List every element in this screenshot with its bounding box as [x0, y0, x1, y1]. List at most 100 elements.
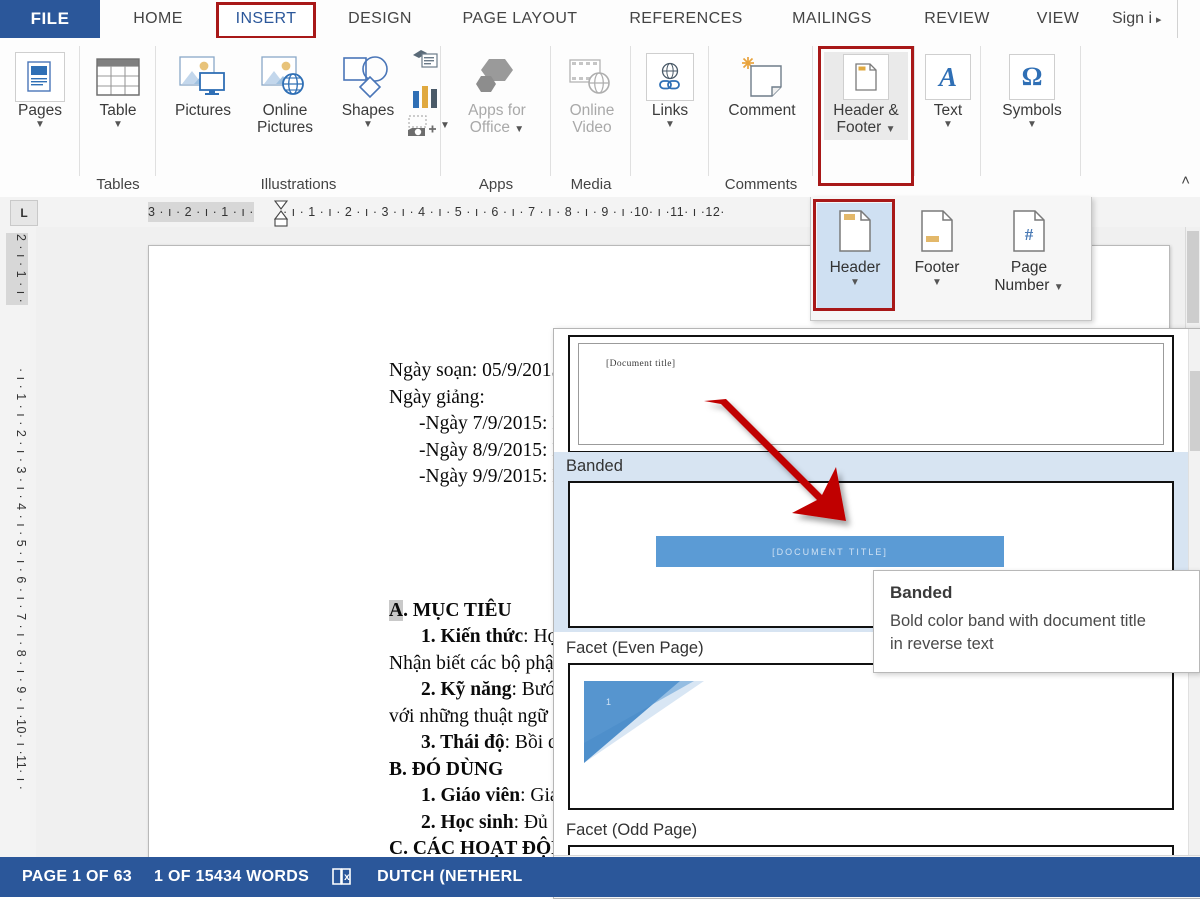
proofing-icon[interactable]: x — [331, 866, 355, 888]
online-video-label-line2: Video — [572, 119, 612, 136]
online-video-icon — [565, 52, 619, 102]
collapse-ribbon-button[interactable]: ˄ — [1181, 172, 1190, 189]
tab-home-label: HOME — [133, 10, 183, 27]
vertical-ruler[interactable]: 2 · ı · 1 · ı · · ı · 1 · ı · 2 · ı · 3 … — [0, 227, 37, 857]
ribbon-tab-bar: FILE HOME INSERT DESIGN PAGE LAYOUT REFE… — [0, 0, 1200, 39]
ribbon-group-tables: Table ▼ Tables — [80, 38, 156, 197]
apps-for-office-label-line2: Office ▼ — [469, 119, 525, 136]
screenshot-icon — [406, 114, 440, 140]
tab-review[interactable]: REVIEW — [904, 0, 1010, 38]
ribbon-group-header-footer: Header & Footer ▼ — [813, 38, 915, 197]
gallery-preview-band: [DOCUMENT TITLE] — [656, 536, 1004, 567]
vruler-top-margin-region: 2 · ı · 1 · ı · — [6, 233, 28, 305]
ribbon-group-links: Links ▼ — [631, 38, 709, 197]
status-language[interactable]: DUTCH (NETHERL — [377, 868, 523, 886]
ribbon-group-symbols: Ω Symbols ▼ — [981, 38, 1081, 197]
pages-button[interactable]: Pages ▼ — [13, 52, 67, 130]
page-number-icon: # — [1013, 203, 1045, 259]
links-button[interactable]: Links ▼ — [644, 52, 696, 130]
apps-for-office-button[interactable]: Apps for Office ▼ — [459, 52, 535, 136]
comment-button[interactable]: Comment — [717, 52, 807, 119]
online-pictures-button[interactable]: Online Pictures — [244, 52, 326, 136]
gallery-item-facet-odd-label: Facet (Odd Page) — [566, 821, 698, 839]
footer-dropdown-caret-icon[interactable]: ▼ — [932, 278, 942, 288]
insert-tab-highlight-box — [216, 2, 316, 39]
tab-home[interactable]: HOME — [110, 0, 206, 38]
shapes-dropdown-caret-icon[interactable]: ▼ — [363, 120, 373, 130]
table-icon — [91, 52, 145, 102]
tab-file-label: FILE — [30, 9, 70, 28]
pictures-label: Pictures — [175, 102, 231, 119]
tab-design[interactable]: DESIGN — [330, 0, 430, 38]
links-dropdown-caret-icon[interactable]: ▼ — [665, 120, 675, 130]
ribbon-group-apps: Apps for Office ▼ Apps — [441, 38, 551, 197]
status-word-count[interactable]: 1 OF 15434 WORDS — [154, 868, 309, 886]
text-dropdown-caret-icon[interactable]: ▼ — [943, 120, 953, 130]
indent-marker-icon[interactable] — [273, 200, 289, 227]
page-number-button[interactable]: # Page Number ▼ — [979, 203, 1079, 311]
page-number-dropdown-caret-icon[interactable]: ▼ — [1054, 282, 1064, 293]
tab-references[interactable]: REFERENCES — [610, 0, 762, 38]
ribbon-group-pages: Pages ▼ — [0, 38, 80, 197]
online-pictures-label-line2: Pictures — [257, 119, 313, 136]
shapes-icon — [341, 52, 395, 102]
smartart-button[interactable] — [410, 46, 440, 74]
table-button[interactable]: Table ▼ — [91, 52, 145, 130]
group-label-apps: Apps — [478, 176, 514, 193]
apps-for-office-label-line1: Apps for — [468, 102, 526, 119]
tab-view-label: VIEW — [1036, 10, 1080, 27]
text-button[interactable]: A Text ▼ — [923, 52, 973, 130]
chart-icon — [408, 82, 442, 110]
header-button-highlight-box — [813, 199, 895, 311]
apps-for-office-icon — [470, 52, 524, 102]
tab-page-layout[interactable]: PAGE LAYOUT — [444, 0, 596, 38]
pages-label: Pages — [18, 102, 62, 119]
comment-label: Comment — [728, 102, 796, 119]
tooltip-title: Banded — [890, 583, 953, 602]
symbols-dropdown-caret-icon[interactable]: ▼ — [1027, 120, 1037, 130]
sign-in-button[interactable]: Sign i ▸ — [1112, 0, 1162, 38]
comment-icon — [735, 52, 789, 102]
chart-button[interactable] — [408, 82, 442, 110]
symbols-icon: Ω — [1005, 52, 1059, 102]
ribbon-group-comments: Comment Comments — [709, 38, 813, 197]
gallery-scrollbar-thumb[interactable] — [1190, 371, 1200, 451]
apps-dropdown-caret-icon[interactable]: ▼ — [514, 124, 524, 135]
group-label-comments: Comments — [724, 176, 798, 193]
gallery-item-blank[interactable]: [Document title] — [554, 329, 1188, 457]
pictures-button[interactable]: Pictures — [164, 52, 242, 119]
footer-page-icon — [921, 203, 953, 259]
tab-review-label: REVIEW — [924, 10, 990, 27]
header-footer-highlight-box — [818, 46, 914, 186]
text-icon: A — [921, 52, 975, 102]
gallery-item-banded-label: Banded — [566, 457, 623, 475]
scrollbar-thumb[interactable] — [1187, 231, 1199, 323]
symbols-label: Symbols — [1002, 102, 1062, 119]
gallery-tooltip: Banded Bold color band with document tit… — [873, 570, 1200, 673]
online-video-button[interactable]: Online Video — [563, 52, 621, 136]
shapes-button[interactable]: Shapes ▼ — [328, 52, 408, 130]
group-label-media: Media — [570, 176, 612, 193]
status-page-indicator[interactable]: PAGE 1 OF 63 — [22, 868, 132, 886]
tab-file[interactable]: FILE — [0, 0, 100, 38]
tooltip-body-line-2: in reverse text — [890, 635, 994, 653]
tab-mailings[interactable]: MAILINGS — [772, 0, 892, 38]
tab-stop-selector[interactable]: L — [10, 200, 38, 226]
tab-stop-glyph: L — [20, 206, 28, 220]
shapes-label: Shapes — [341, 102, 395, 119]
links-label: Links — [651, 102, 689, 119]
svg-text:#: # — [1025, 225, 1034, 244]
table-label: Table — [99, 102, 137, 119]
symbols-button[interactable]: Ω Symbols ▼ — [993, 52, 1071, 130]
tab-references-label: REFERENCES — [629, 10, 743, 27]
gallery-preview-blank: [Document title] — [568, 335, 1174, 453]
page-number-label-line2: Number ▼ — [994, 277, 1064, 294]
header-footer-subribbon: Header ▼ Footer ▼ # Page Number ▼ — [810, 197, 1092, 321]
links-icon — [643, 52, 697, 102]
footer-gallery-button[interactable]: Footer ▼ — [899, 203, 975, 311]
pages-dropdown-caret-icon[interactable]: ▼ — [35, 120, 45, 130]
tab-view[interactable]: VIEW — [1020, 0, 1096, 38]
table-dropdown-caret-icon[interactable]: ▼ — [113, 120, 123, 130]
online-video-label-line1: Online — [569, 102, 615, 119]
ruler-left-margin-region: 3 · ı · 2 · ı · 1 · ı · — [148, 202, 254, 222]
